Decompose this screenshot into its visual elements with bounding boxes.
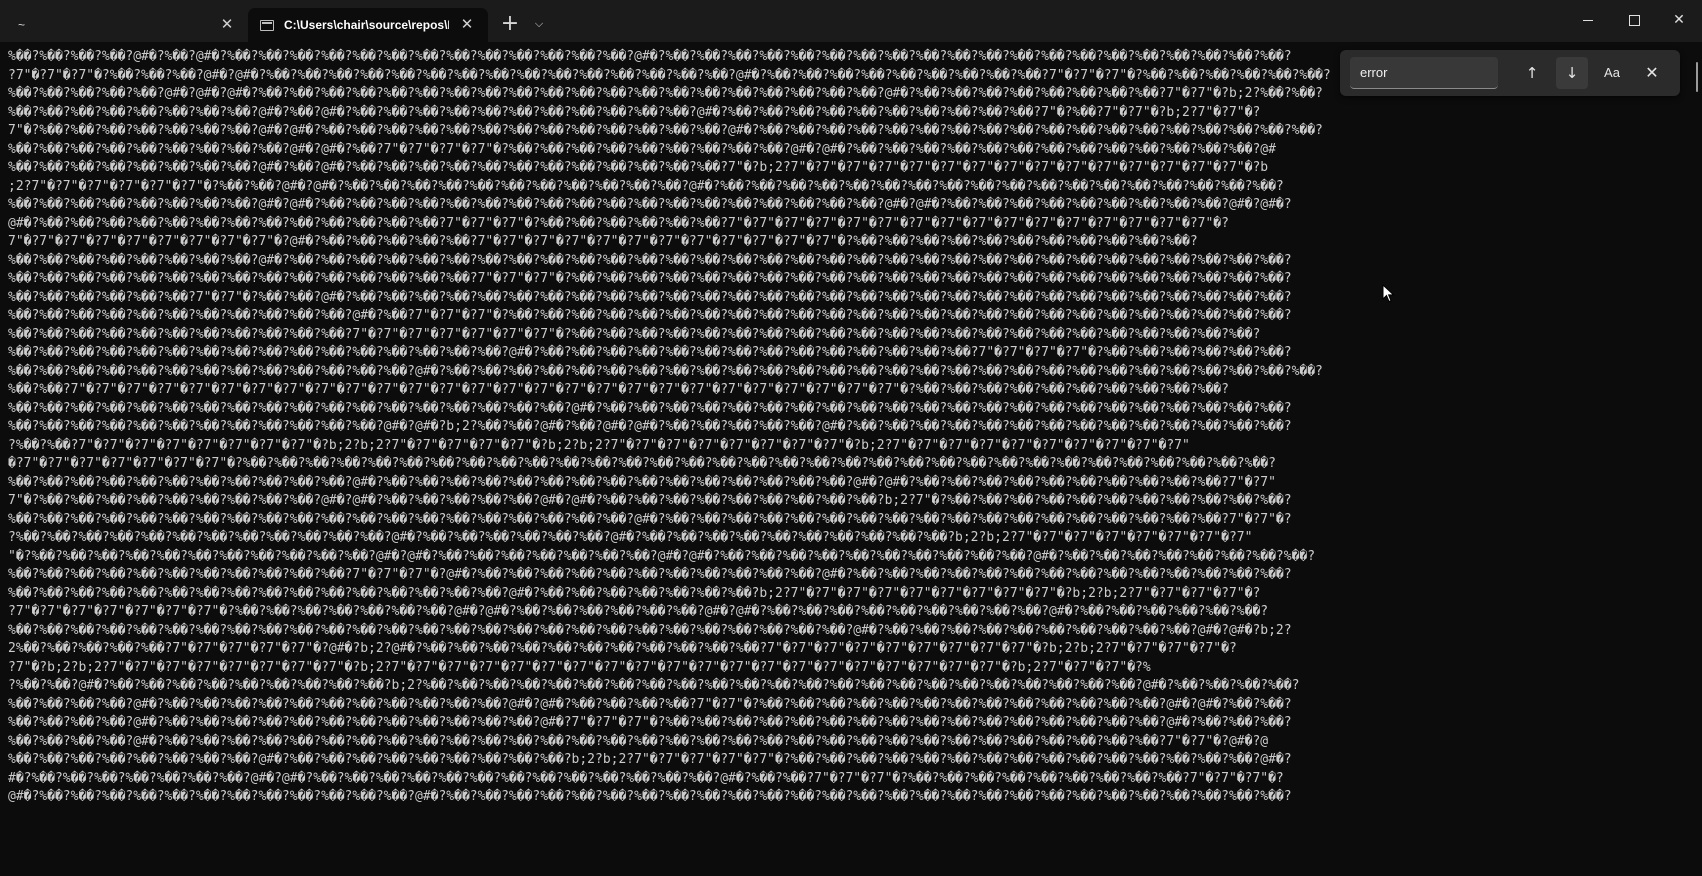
find-previous-button[interactable]: ↑: [1516, 57, 1548, 89]
mouse-pointer-icon: [1382, 284, 1395, 303]
close-search-button[interactable]: ✕: [1636, 57, 1668, 89]
tab-bar: ~ ✕ C:\Users\chair\source\repos\N ✕ + ⌵ …: [0, 0, 1702, 42]
terminal-line: %��?%��?%��?%��?@#�?%��?%��?%��?%��?%��?…: [8, 733, 1269, 749]
terminal-line: %��?%��?%��?%��?%��?%��?%��?%��?%��?%��?…: [8, 326, 1261, 342]
tab-home[interactable]: ~ ✕: [0, 8, 245, 42]
terminal-line: �?7"�?7"�?7"�?7"�?7"�?7"�?7"�?%��?%��?%�…: [8, 456, 1276, 471]
new-tab-button[interactable]: +: [497, 12, 523, 36]
tab-dropdown-button[interactable]: ⌵: [528, 12, 550, 36]
terminal-line: 2%��?%��?%��?%��?%��?7"�?7"�?7"�?7"�?7"�…: [8, 641, 1237, 656]
terminal-line: 7"�?%��?%��?%��?%��?%��?%��?%��?%��?%��?…: [8, 493, 1292, 508]
terminal-line: %��?%��?%��?%��?%��?%��?%��?%��?%��?%��?…: [8, 622, 1292, 638]
terminal-line: %��?%��?%��?%��?%��?%��?%��?%��?%��?%��?…: [8, 400, 1292, 416]
terminal-line: ?%��?%��?7"�?7"�?7"�?7"�?7"�?7"�?7"�?7"�…: [8, 437, 1190, 453]
terminal-line: ?7"�?b;2?b;2?7"�?7"�?7"�?7"�?7"�?7"�?7"�…: [8, 659, 1151, 675]
tab-close-icon[interactable]: ✕: [218, 16, 236, 34]
scrollbar[interactable]: [1692, 48, 1702, 876]
terminal-line: %��?%��?%��?%��?%��?%��?%��?%��?%��?%��?…: [8, 511, 1292, 527]
tab-title: ~: [18, 18, 26, 32]
minimize-button[interactable]: [1565, 0, 1611, 40]
terminal-line: %��?%��?%��?%��?%��?%��?%��?%��?@#�?@#�?…: [8, 197, 1292, 212]
tab-title: C:\Users\chair\source\repos\N: [284, 18, 449, 32]
terminal-line: %��?%��?%��?%��?%��?%��?7"�?7"�?%��?%��?…: [8, 289, 1292, 305]
match-case-button[interactable]: Aa: [1596, 57, 1628, 89]
tab-close-icon[interactable]: ✕: [458, 16, 476, 34]
maximize-button[interactable]: [1611, 0, 1657, 40]
search-panel: ↑ ↓ Aa ✕: [1340, 50, 1680, 96]
terminal-line: %��?%��?%��?%��?%��?%��?%��?%��?%��?%��?…: [8, 474, 1276, 490]
search-input[interactable]: [1350, 57, 1498, 89]
terminal-line: %��?%��?%��?%��?%��?%��?%��?%��?@#�?%��?…: [8, 752, 1292, 767]
terminal-line: 7"�?7"�?7"�?7"�?7"�?7"�?7"�?7"�?7"�?@#�?…: [8, 234, 1198, 249]
terminal-line: ?%��?%��?@#�?%��?%��?%��?%��?%��?%��?%��…: [8, 678, 1300, 693]
terminal-line: @#�?%��?%��?%��?%��?%��?%��?%��?%��?%��?…: [8, 215, 1229, 231]
find-next-button[interactable]: ↓: [1556, 57, 1588, 89]
terminal-output[interactable]: %��?%��?%��?%��?@#�?%��?@#�?%��?%��?%��?…: [8, 48, 1680, 874]
terminal-line: %��?%��?%��?%��?%��?%��?%��?%��?%��?%��?…: [8, 419, 1292, 434]
terminal-line: %��?%��?%��?%��?%��?%��?%��?%��?%��?@#�?…: [8, 141, 1276, 157]
terminal-line: %��?%��?%��?%��?%��?%��?%��?%��?%��?%��?…: [8, 271, 1292, 286]
terminal-line: %��?%��?%��?%��?%��?%��?%��?%��?%��?%��?…: [8, 308, 1292, 323]
terminal-line: %��?%��?%��?%��?%��?%��?%��?%��?%��?%��?…: [8, 567, 1292, 582]
console-icon: [260, 19, 274, 31]
close-window-button[interactable]: ✕: [1656, 0, 1702, 40]
terminal-line: %��?%��?%��?%��?@#�?%��?%��?%��?%��?%��?…: [8, 696, 1292, 712]
terminal-line: ?%��?%��?%��?%��?%��?%��?%��?%��?%��?%��…: [8, 530, 1253, 545]
terminal-window: ~ ✕ C:\Users\chair\source\repos\N ✕ + ⌵ …: [0, 0, 1702, 876]
terminal-line: "�?%��?%��?%��?%��?%��?%��?%��?%��?%��?%…: [8, 548, 1316, 564]
terminal-line: %��?%��?7"�?7"�?7"�?7"�?7"�?7"�?7"�?7"�?…: [8, 382, 1229, 397]
scrollbar-thumb[interactable]: [1696, 62, 1698, 92]
terminal-line: @#�?%��?%��?%��?%��?%��?%��?%��?%��?%��?…: [8, 789, 1292, 804]
minimize-icon: [1583, 19, 1593, 21]
terminal-line: %��?%��?%��?%��?@#�?%��?%��?%��?%��?%��?…: [8, 715, 1292, 730]
maximize-icon: [1628, 14, 1640, 26]
terminal-line: %��?%��?%��?%��?%��?%��?%��?%��?@#�?%��?…: [8, 104, 1261, 120]
terminal-line: #�?%��?%��?%��?%��?%��?%��?%��?@#�?@#�?%…: [8, 770, 1284, 786]
terminal-line: %��?%��?%��?%��?%��?%��?%��?%��?%��?%��?…: [8, 363, 1323, 379]
terminal-line: ?7"�?7"�?7"�?7"�?7"�?7"�?7"�?%��?%��?%��…: [8, 604, 1269, 619]
terminal-line: %��?%��?%��?%��?%��?%��?%��?%��?%��?%��?…: [8, 345, 1292, 360]
terminal-line: %��?%��?%��?%��?%��?%��?%��?%��?@#�?%��?…: [8, 252, 1292, 268]
tab-repos[interactable]: C:\Users\chair\source\repos\N ✕: [248, 8, 488, 42]
terminal-line: ;2?7"�?7"�?7"�?7"�?7"�?7"�?%��?%��?@#�?@…: [8, 178, 1284, 194]
terminal-line: %��?%��?%��?%��?%��?%��?%��?%��?%��?%��?…: [8, 585, 1261, 601]
terminal-line: 7"�?%��?%��?%��?%��?%��?%��?%��?@#�?@#�?…: [8, 123, 1323, 138]
terminal-line: %��?%��?%��?%��?%��?%��?%��?%��?@#�?%��?…: [8, 160, 1269, 175]
